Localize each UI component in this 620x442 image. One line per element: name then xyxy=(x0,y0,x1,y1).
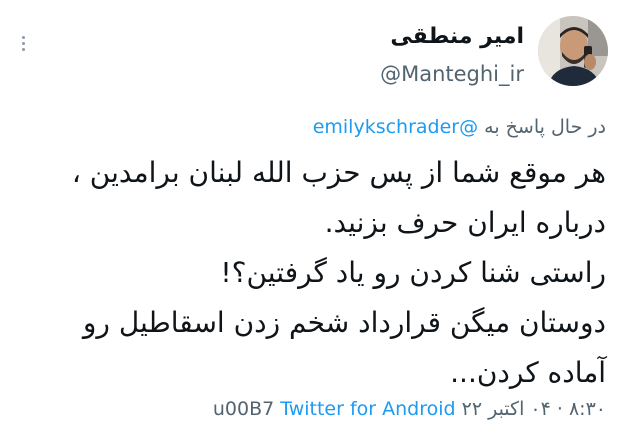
tweet-line: درباره ایران حرف بزنید. xyxy=(324,206,606,239)
tweet-footer: ۸:۳۰ · ۰۴ اکتبر ۲۲ u00B7 Twitter for And… xyxy=(213,398,606,420)
garbled-separator: u00B7 xyxy=(212,398,275,420)
tweet-line: آماده کردن... xyxy=(450,356,606,389)
tweet-line: راستی شنا کردن رو یاد گرفتین؟! xyxy=(220,256,606,289)
source-link[interactable]: Twitter for Android xyxy=(280,398,455,420)
tweet-line: هر موقع شما از پس حزب الله لبنان برامدین… xyxy=(71,156,606,189)
reply-prefix: در حال پاسخ به xyxy=(484,116,606,138)
tweet-line: دوستان میگن قرارداد شخم زدن اسقاطیل رو xyxy=(82,306,606,339)
tweet-date[interactable]: ۰۴ اکتبر ۲۲ xyxy=(462,398,551,420)
avatar-photo xyxy=(538,16,608,86)
reply-context: در حال پاسخ به @emilykschrader xyxy=(313,116,606,138)
reply-mention-link[interactable]: @emilykschrader xyxy=(313,116,478,138)
separator-dot: · xyxy=(550,398,563,420)
username[interactable]: @Manteghi_ir xyxy=(380,62,524,86)
tweet-text: هر موقع شما از پس حزب الله لبنان برامدین… xyxy=(14,148,606,398)
more-options-icon[interactable] xyxy=(22,36,36,51)
tweet-time[interactable]: ۸:۳۰ xyxy=(563,398,606,420)
display-name[interactable]: امیر منطقی xyxy=(390,24,524,49)
avatar[interactable] xyxy=(538,16,608,86)
